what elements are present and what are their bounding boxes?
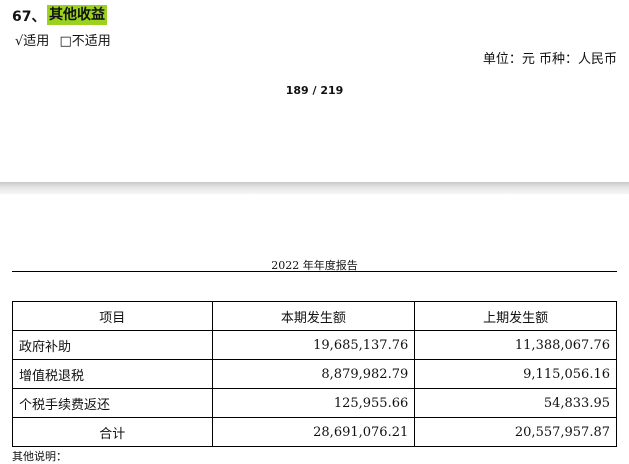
row-previous-amount: 54,833.95	[414, 388, 617, 418]
other-income-table: 项目 本期发生额 上期发生额 政府补助 19,685,137.76 11,388…	[12, 301, 617, 447]
row-previous-amount: 9,115,056.16	[414, 359, 617, 389]
table-header-row: 项目 本期发生额 上期发生额	[12, 301, 617, 331]
applicability-options: √适用 □不适用	[15, 30, 117, 49]
row-item: 政府补助	[12, 330, 213, 360]
total-current-amount: 28,691,076.21	[211, 417, 416, 447]
row-item: 个税手续费返还	[12, 388, 213, 418]
table-row: 政府补助 19,685,137.76 11,388,067.76	[12, 330, 617, 360]
column-header-previous: 上期发生额	[414, 301, 617, 331]
applicable-option: √适用	[15, 34, 50, 49]
section-number: 67、	[12, 9, 46, 25]
row-current-amount: 19,685,137.76	[211, 330, 416, 360]
row-current-amount: 125,955.66	[211, 388, 416, 418]
section-title: 其他收益	[47, 5, 107, 25]
other-notes-label: 其他说明：	[12, 450, 67, 463]
row-previous-amount: 11,388,067.76	[414, 330, 617, 360]
row-item: 增值税退税	[12, 359, 213, 389]
column-header-current: 本期发生额	[211, 301, 416, 331]
table-row: 个税手续费返还 125,955.66 54,833.95	[12, 388, 617, 418]
currency-unit-note: 单位：元 币种：人民币	[482, 52, 617, 67]
page-number: 189 / 219	[285, 84, 344, 97]
not-applicable-option: □不适用	[59, 34, 111, 49]
column-header-item: 项目	[12, 301, 213, 331]
total-previous-amount: 20,557,957.87	[414, 417, 617, 447]
header-rule	[12, 271, 617, 272]
page-break-divider	[0, 182, 629, 194]
table-row: 增值税退税 8,879,982.79 9,115,056.16	[12, 359, 617, 389]
table-total-row: 合计 28,691,076.21 20,557,957.87	[12, 417, 617, 447]
row-current-amount: 8,879,982.79	[211, 359, 416, 389]
total-label: 合计	[12, 417, 213, 447]
